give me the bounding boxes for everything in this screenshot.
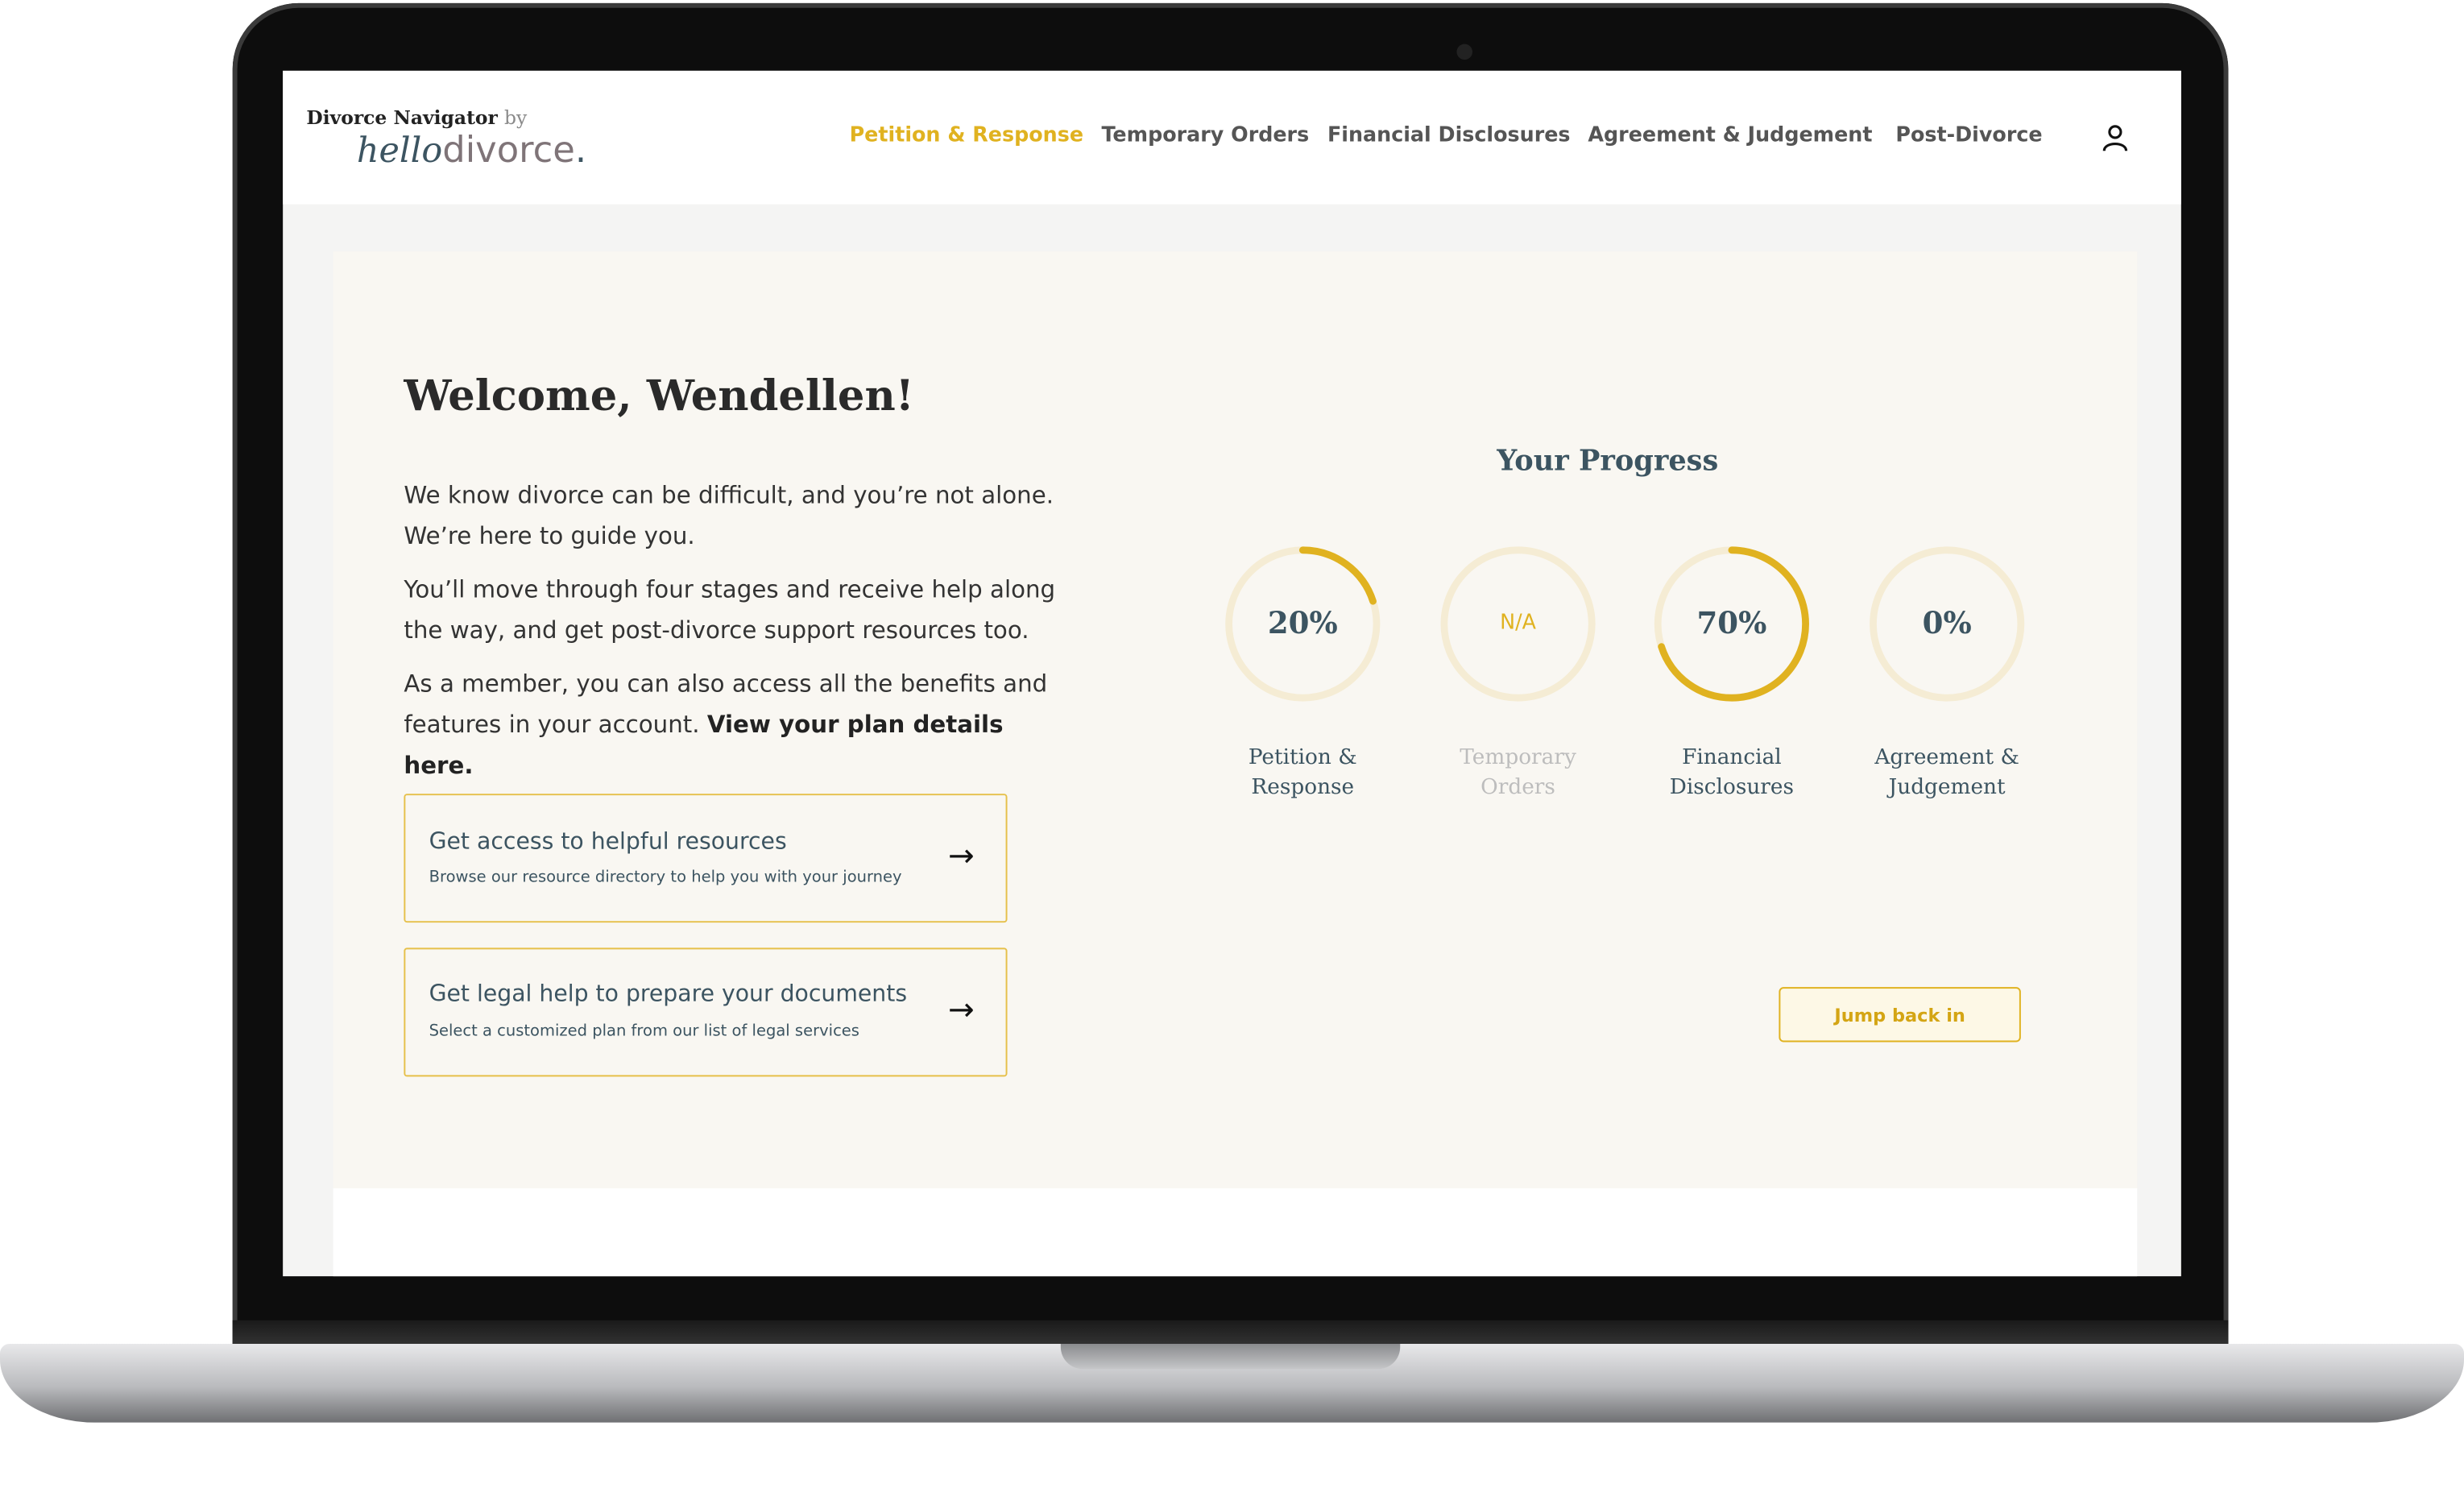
screen: Divorce Navigator by hellodivorce. Petit… bbox=[283, 70, 2181, 1277]
hellodivorce-logo[interactable]: hellodivorce. bbox=[357, 131, 586, 172]
jump-back-in-button[interactable]: Jump back in bbox=[1779, 987, 2021, 1043]
nav-temporary-orders[interactable]: Temporary Orders bbox=[1102, 124, 1310, 147]
stage-label-line1: Temporary bbox=[1460, 744, 1576, 770]
ring-value: N/A bbox=[1500, 611, 1537, 636]
nav-agreement-judgement[interactable]: Agreement & Judgement bbox=[1588, 124, 1872, 147]
laptop-notch bbox=[1060, 1344, 1401, 1370]
card-title: Get legal help to prepare your documents bbox=[429, 982, 908, 1008]
resources-card[interactable]: Get access to helpful resources Browse o… bbox=[404, 794, 1008, 923]
stage-label-line1: Financial bbox=[1682, 744, 1782, 770]
stage-label: Temporary Orders bbox=[1416, 744, 1621, 803]
logo-title-text: Divorce Navigator bbox=[306, 106, 498, 129]
arrow-right-icon: → bbox=[947, 990, 975, 1028]
stage-label-line2: Response bbox=[1251, 774, 1355, 801]
stage-label: Agreement & Judgement bbox=[1845, 744, 2049, 803]
ring-value: 20% bbox=[1267, 607, 1338, 641]
nav-petition-response[interactable]: Petition & Response bbox=[850, 124, 1083, 147]
card-title: Get access to helpful resources bbox=[429, 830, 787, 856]
stage-label-line2: Disclosures bbox=[1669, 774, 1795, 801]
stage-label-line1: Petition & bbox=[1248, 744, 1357, 770]
progress-title: Your Progress bbox=[1497, 445, 1719, 479]
site-header: Divorce Navigator by hellodivorce. Petit… bbox=[283, 70, 2181, 205]
arrow-right-icon: → bbox=[947, 835, 975, 874]
page-title: Welcome, Wendellen! bbox=[404, 372, 914, 421]
logo-by: by bbox=[504, 106, 528, 129]
nav-financial-disclosures[interactable]: Financial Disclosures bbox=[1327, 124, 1571, 147]
ring-value: 0% bbox=[1922, 607, 1972, 641]
camera bbox=[1456, 44, 1472, 60]
stage-label-line2: Judgement bbox=[1888, 774, 2006, 801]
progress-ring[interactable]: 70% bbox=[1650, 542, 1813, 706]
legal-help-card[interactable]: Get legal help to prepare your documents… bbox=[404, 947, 1008, 1077]
intro-paragraph-3: As a member, you can also access all the… bbox=[404, 663, 1063, 786]
intro-paragraph-2: You’ll move through four stages and rece… bbox=[404, 575, 1056, 645]
nav-post-divorce[interactable]: Post-Divorce bbox=[1895, 124, 2042, 147]
stage-label: Financial Disclosures bbox=[1630, 744, 1834, 803]
laptop-hinge bbox=[232, 1320, 2229, 1345]
stage-label-line1: Agreement & bbox=[1874, 744, 2019, 770]
card-subtitle: Select a customized plan from our list o… bbox=[429, 1023, 859, 1041]
intro-paragraph-1: We know divorce can be difficult, and yo… bbox=[404, 480, 1054, 550]
logo-word: divorce bbox=[442, 130, 575, 172]
stage-label: Petition & Response bbox=[1200, 744, 1405, 803]
lower-section bbox=[333, 1188, 2138, 1277]
ring-value: 70% bbox=[1696, 607, 1767, 641]
stage-label-line2: Orders bbox=[1480, 774, 1555, 801]
logo-script: hello bbox=[356, 131, 443, 172]
progress-ring[interactable]: N/A bbox=[1436, 542, 1600, 706]
progress-ring[interactable]: 0% bbox=[1866, 542, 2029, 706]
progress-ring[interactable]: 20% bbox=[1221, 542, 1385, 706]
logo-dot: . bbox=[574, 130, 587, 172]
logo-title[interactable]: Divorce Navigator by bbox=[306, 107, 527, 129]
user-icon[interactable] bbox=[2099, 122, 2131, 154]
card-subtitle: Browse our resource directory to help yo… bbox=[429, 869, 902, 887]
